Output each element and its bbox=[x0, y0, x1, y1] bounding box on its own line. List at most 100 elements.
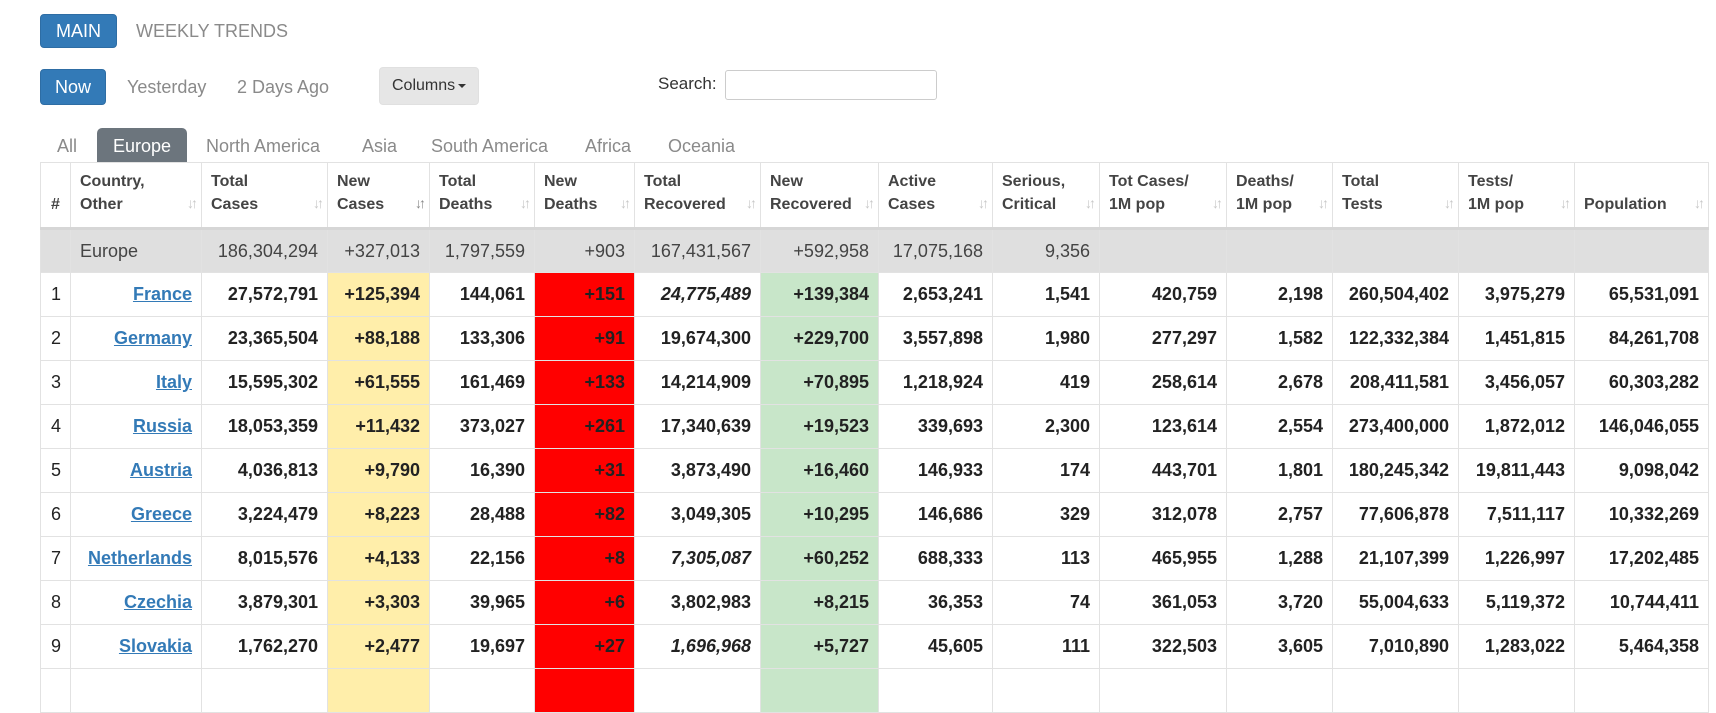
serious-critical-cell: 1,980 bbox=[992, 316, 1100, 361]
total-cases-per-m-cell bbox=[1099, 228, 1227, 273]
region-tab-africa[interactable]: Africa bbox=[569, 128, 647, 162]
search-input[interactable] bbox=[725, 70, 937, 100]
total-cases-cell: 4,036,813 bbox=[201, 448, 328, 493]
column-header[interactable]: Total Tests ↓↑ bbox=[1332, 162, 1459, 230]
sort-icon[interactable]: ↓↑ bbox=[978, 192, 989, 215]
sort-icon[interactable]: ↓↑ bbox=[864, 192, 875, 215]
table-header-row: # Country, Other ↓↑ Total Cases ↓↑ New Cases ↓↑ To… bbox=[40, 162, 1709, 230]
country-cell: Austria bbox=[70, 448, 202, 493]
sort-icon[interactable]: ↓↑ bbox=[520, 192, 531, 215]
column-header[interactable]: Total Cases ↓↑ bbox=[201, 162, 328, 230]
column-header[interactable]: Total Deaths ↓↑ bbox=[429, 162, 535, 230]
day-2-days-ago-button[interactable]: 2 Days Ago bbox=[223, 70, 343, 104]
country-cell: Russia bbox=[70, 404, 202, 449]
population-cell: 146,046,055 bbox=[1574, 404, 1709, 449]
column-header[interactable]: Country, Other ↓↑ bbox=[70, 162, 202, 230]
column-header-line2: Deaths bbox=[544, 196, 598, 213]
region-tab-all[interactable]: All bbox=[41, 128, 93, 162]
country-link[interactable]: Czechia bbox=[124, 592, 192, 612]
column-header[interactable]: Deaths/1M pop ↓↑ bbox=[1226, 162, 1333, 230]
total-new-deaths-cell: +903 bbox=[534, 228, 635, 273]
country-link[interactable]: Slovakia bbox=[119, 636, 192, 656]
sort-icon[interactable]: ↓↑ bbox=[313, 192, 324, 215]
cases-per-million-cell: 123,614 bbox=[1099, 404, 1227, 449]
tab-main[interactable]: MAIN bbox=[40, 14, 117, 48]
country-cell: France bbox=[70, 272, 202, 317]
cases-per-million-cell: 465,955 bbox=[1099, 536, 1227, 581]
column-header[interactable]: New Recovered ↓↑ bbox=[760, 162, 879, 230]
total-population-cell bbox=[1574, 228, 1709, 273]
country-link[interactable]: Russia bbox=[133, 416, 192, 436]
total-cases-cell: 27,572,791 bbox=[201, 272, 328, 317]
total-deaths-cell: 1,797,559 bbox=[429, 228, 535, 273]
day-yesterday-button[interactable]: Yesterday bbox=[113, 70, 220, 104]
cases-per-million-cell: 277,297 bbox=[1099, 316, 1227, 361]
sort-icon[interactable]: ↓↑ bbox=[187, 192, 198, 215]
tests-per-million-cell: 7,511,117 bbox=[1458, 492, 1575, 537]
column-header-line2: Recovered bbox=[644, 196, 726, 213]
country-link[interactable]: Italy bbox=[156, 372, 192, 392]
country-cell: Czechia bbox=[70, 580, 202, 625]
table-row: 7 Netherlands 8,015,576 +4,133 22,156 +8 7,305… bbox=[40, 536, 1709, 581]
new-deaths-cell bbox=[534, 668, 635, 713]
country-link[interactable]: Austria bbox=[130, 460, 192, 480]
total-cases-cell: 15,595,302 bbox=[201, 360, 328, 405]
sort-icon[interactable]: ↓↑ bbox=[1560, 192, 1571, 215]
column-header-line1: Tests/ bbox=[1468, 173, 1514, 190]
column-header[interactable]: New Cases ↓↑ bbox=[327, 162, 430, 230]
new-recovered-cell: +5,727 bbox=[760, 624, 879, 669]
active-cases-cell bbox=[878, 668, 993, 713]
total-cases-cell: 1,762,270 bbox=[201, 624, 328, 669]
sort-icon[interactable]: ↓↑ bbox=[746, 192, 757, 215]
sort-icon[interactable]: ↓↑ bbox=[1085, 192, 1096, 215]
column-header-line2: Deaths bbox=[439, 196, 493, 213]
total-serious-cell: 9,356 bbox=[992, 228, 1100, 273]
region-tab-asia[interactable]: Asia bbox=[346, 128, 413, 162]
region-tab-south-america[interactable]: South America bbox=[415, 128, 564, 162]
total-tests-cell bbox=[1332, 668, 1459, 713]
country-link[interactable]: Germany bbox=[114, 328, 192, 348]
country-cell bbox=[70, 668, 202, 713]
total-cases-cell: 3,224,479 bbox=[201, 492, 328, 537]
total-recovered-cell: 167,431,567 bbox=[634, 228, 761, 273]
column-header-line2: 1M pop bbox=[1468, 196, 1524, 213]
column-header[interactable]: New Deaths ↓↑ bbox=[534, 162, 635, 230]
column-header[interactable]: Total Recovered ↓↑ bbox=[634, 162, 761, 230]
column-header[interactable]: Tot Cases/1M pop ↓↑ bbox=[1099, 162, 1227, 230]
day-now-button[interactable]: Now bbox=[40, 69, 107, 105]
columns-dropdown-button[interactable]: Columns bbox=[379, 67, 480, 105]
tab-weekly-trends[interactable]: WEEKLY TRENDS bbox=[121, 15, 303, 47]
table-row: 3 Italy 15,595,302 +61,555 161,469 +133 14,214… bbox=[40, 360, 1709, 405]
column-header[interactable]: Population ↓↑ bbox=[1574, 162, 1709, 230]
tests-per-million-cell: 1,283,022 bbox=[1458, 624, 1575, 669]
column-header-line1: New bbox=[337, 173, 370, 190]
population-cell: 5,464,358 bbox=[1574, 624, 1709, 669]
total-tests-cell: 21,107,399 bbox=[1332, 536, 1459, 581]
region-tab-europe[interactable]: Europe bbox=[97, 128, 188, 162]
column-header[interactable]: Tests/1M pop ↓↑ bbox=[1458, 162, 1575, 230]
column-header[interactable]: Serious, Critical ↓↑ bbox=[992, 162, 1100, 230]
region-tab-north-america[interactable]: North America bbox=[190, 128, 336, 162]
sort-icon[interactable]: ↓↑ bbox=[1694, 192, 1705, 215]
region-tab-oceania[interactable]: Oceania bbox=[652, 128, 751, 162]
column-header-line1: Total bbox=[1342, 173, 1380, 190]
sort-icon[interactable]: ↓↑ bbox=[1444, 192, 1455, 215]
country-link[interactable]: Greece bbox=[131, 504, 192, 524]
country-link[interactable]: Netherlands bbox=[88, 548, 192, 568]
deaths-per-million-cell: 3,605 bbox=[1226, 624, 1333, 669]
country-link[interactable]: France bbox=[133, 284, 192, 304]
column-header-line1: Total bbox=[211, 173, 249, 190]
new-cases-cell: +11,432 bbox=[327, 404, 430, 449]
active-cases-cell: 45,605 bbox=[878, 624, 993, 669]
deaths-per-million-cell: 1,801 bbox=[1226, 448, 1333, 493]
sort-icon[interactable]: ↓↑ bbox=[620, 192, 631, 215]
population-cell bbox=[1574, 668, 1709, 713]
column-header[interactable]: # bbox=[40, 162, 71, 230]
rank-cell bbox=[40, 668, 71, 713]
sort-desc-icon[interactable]: ↓↑ bbox=[415, 192, 426, 215]
sort-icon[interactable]: ↓↑ bbox=[1318, 192, 1329, 215]
total-recovered-cell: 19,674,300 bbox=[634, 316, 761, 361]
sort-icon[interactable]: ↓↑ bbox=[1212, 192, 1223, 215]
column-header[interactable]: Active Cases ↓↑ bbox=[878, 162, 993, 230]
new-deaths-cell: +27 bbox=[534, 624, 635, 669]
